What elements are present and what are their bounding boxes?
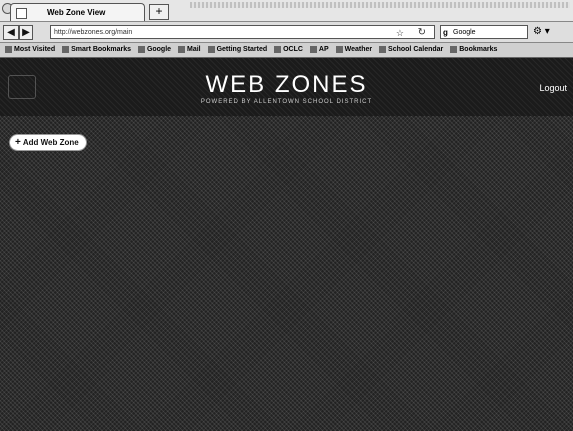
bookmark-folder-icon [335, 45, 343, 53]
plus-icon: + [15, 137, 21, 148]
bookmark-item[interactable]: Getting Started [207, 43, 267, 57]
page-subtitle: POWERED BY ALLENTOWN SCHOOL DISTRICT [200, 99, 373, 105]
browser-toolbar: ◀ ▶ http://webzones.org/main ☆ ↻ g Googl… [0, 22, 573, 43]
page-title: WEB ZONES [205, 71, 368, 98]
bookmark-item[interactable]: AP [309, 43, 329, 57]
forward-button[interactable]: ▶ [19, 25, 33, 40]
bookmark-item[interactable]: Mail [178, 43, 201, 57]
address-bar[interactable]: http://webzones.org/main ☆ ↻ [50, 25, 435, 39]
search-input[interactable]: g Google [440, 25, 528, 39]
page-content: WEB ZONES POWERED BY ALLENTOWN SCHOOL DI… [0, 58, 573, 431]
bookmark-folder-icon [178, 45, 186, 53]
bookmark-item[interactable]: Most Visited [5, 43, 55, 57]
bookmark-item[interactable]: Smart Bookmarks [62, 43, 131, 57]
page-favicon-icon [16, 8, 27, 19]
new-tab-button[interactable]: + [149, 4, 169, 20]
add-web-zone-button[interactable]: + Add Web Zone [10, 135, 86, 150]
bookmark-folder-icon [5, 45, 12, 53]
bookmark-item[interactable]: School Calendar [379, 43, 443, 57]
bookmark-folder-icon [309, 45, 317, 53]
bookmark-item[interactable]: OCLC [274, 43, 303, 57]
bookmark-item[interactable]: Bookmarks [450, 43, 497, 57]
tab-title: Web Zone View [47, 8, 106, 17]
bookmarks-bar: Most Visited Smart Bookmarks Google Mail… [0, 43, 573, 58]
bookmark-item[interactable]: Weather [335, 43, 372, 57]
logout-link[interactable]: Logout [539, 83, 567, 93]
search-engine-icon: g [443, 28, 448, 37]
bookmark-star-icon[interactable]: ☆ [396, 26, 404, 40]
add-web-zone-label: Add Web Zone [22, 138, 79, 147]
bookmark-folder-icon [274, 45, 282, 53]
bookmark-folder-icon [137, 45, 145, 53]
browser-tools-icon[interactable]: ⚙ ▾ [533, 25, 550, 39]
search-placeholder: Google [453, 29, 476, 36]
reload-icon[interactable]: ↻ [418, 26, 426, 40]
bookmark-folder-icon [62, 45, 70, 53]
site-header: WEB ZONES POWERED BY ALLENTOWN SCHOOL DI… [0, 58, 573, 116]
back-button[interactable]: ◀ [3, 25, 19, 40]
bookmark-folder-icon [379, 45, 387, 53]
browser-tab[interactable]: Web Zone View [10, 3, 145, 21]
bookmark-item[interactable]: Google [137, 43, 171, 57]
browser-tab-bar: Web Zone View + [0, 0, 573, 22]
bookmark-folder-icon [450, 45, 458, 53]
bookmark-folder-icon [207, 45, 215, 53]
window-title-strip [190, 2, 570, 8]
url-text: http://webzones.org/main [54, 29, 133, 36]
